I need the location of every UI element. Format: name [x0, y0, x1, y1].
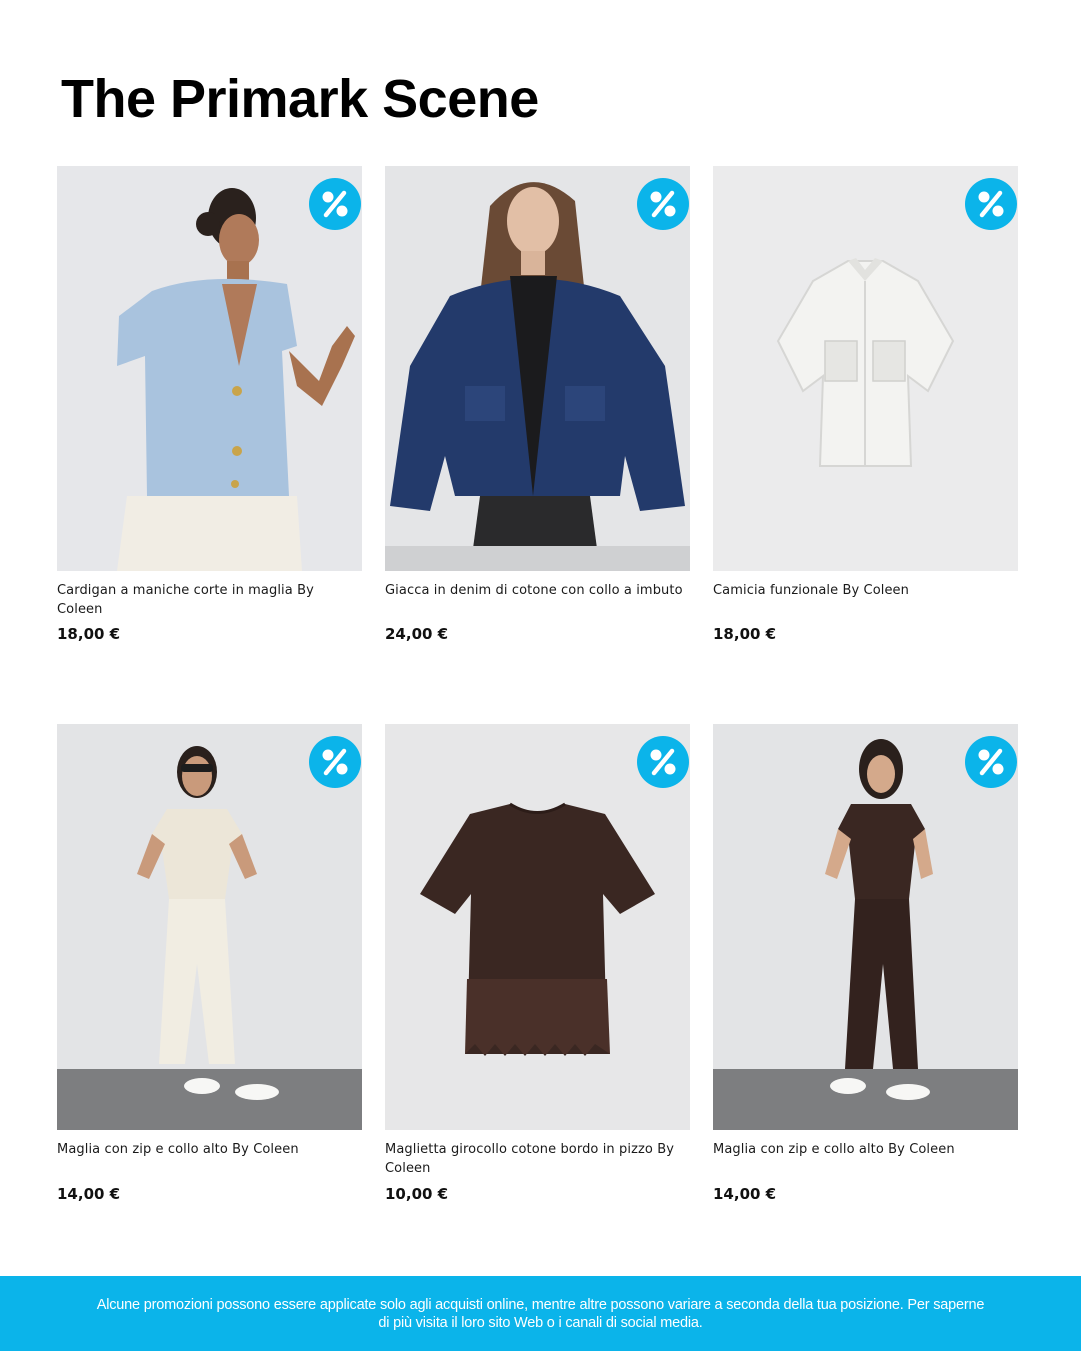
product-image[interactable] [385, 166, 690, 571]
product-name[interactable]: Cardigan a maniche corte in maglia By Co… [57, 581, 362, 621]
product-name[interactable]: Giacca in denim di cotone con collo a im… [385, 581, 690, 621]
product-image[interactable] [385, 724, 690, 1130]
product-price: 14,00 € [57, 1185, 121, 1203]
percent-icon [322, 190, 348, 218]
footer-disclaimer: Alcune promozioni possono essere applica… [96, 1296, 985, 1331]
product-name[interactable]: Maglietta girocollo cotone bordo in pizz… [385, 1140, 690, 1180]
product-price: 24,00 € [385, 625, 449, 643]
product-card[interactable]: Maglietta girocollo cotone bordo in pizz… [385, 724, 690, 1203]
percent-icon [978, 190, 1004, 218]
product-name[interactable]: Maglia con zip e collo alto By Coleen [57, 1140, 362, 1180]
footer-banner: Alcune promozioni possono essere applica… [0, 1276, 1081, 1351]
discount-badge[interactable] [965, 178, 1017, 230]
percent-icon [650, 748, 676, 776]
percent-icon [650, 190, 676, 218]
discount-badge[interactable] [309, 736, 361, 788]
product-image[interactable] [713, 724, 1018, 1130]
product-image[interactable] [713, 166, 1018, 571]
product-image[interactable] [57, 166, 362, 571]
discount-badge[interactable] [637, 736, 689, 788]
product-name[interactable]: Camicia funzionale By Coleen [713, 581, 1018, 621]
discount-badge[interactable] [309, 178, 361, 230]
page-title: The Primark Scene [61, 69, 539, 129]
product-card[interactable]: Camicia funzionale By Coleen 18,00 € [713, 166, 1018, 643]
discount-badge[interactable] [965, 736, 1017, 788]
percent-icon [322, 748, 348, 776]
product-price: 18,00 € [57, 625, 121, 643]
product-price: 18,00 € [713, 625, 777, 643]
product-card[interactable]: Giacca in denim di cotone con collo a im… [385, 166, 690, 643]
discount-badge[interactable] [637, 178, 689, 230]
product-name[interactable]: Maglia con zip e collo alto By Coleen [713, 1140, 1018, 1180]
percent-icon [978, 748, 1004, 776]
product-card[interactable]: Maglia con zip e collo alto By Coleen 14… [57, 724, 362, 1203]
product-image[interactable] [57, 724, 362, 1130]
product-price: 14,00 € [713, 1185, 777, 1203]
product-card[interactable]: Maglia con zip e collo alto By Coleen 14… [713, 724, 1018, 1203]
product-card[interactable]: Cardigan a maniche corte in maglia By Co… [57, 166, 362, 643]
product-price: 10,00 € [385, 1185, 449, 1203]
